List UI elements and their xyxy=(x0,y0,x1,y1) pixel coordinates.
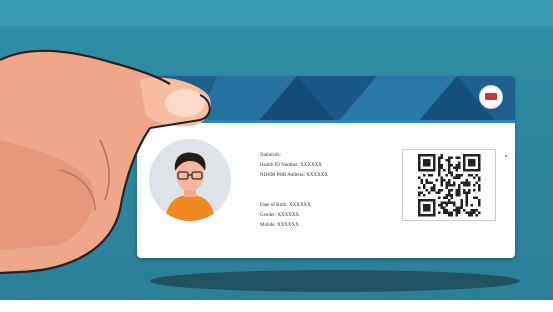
scene: ational y Name/nfs: Health ID Number: XX… xyxy=(0,0,553,300)
thumbnail xyxy=(165,89,205,117)
hand-illustration xyxy=(0,49,211,275)
